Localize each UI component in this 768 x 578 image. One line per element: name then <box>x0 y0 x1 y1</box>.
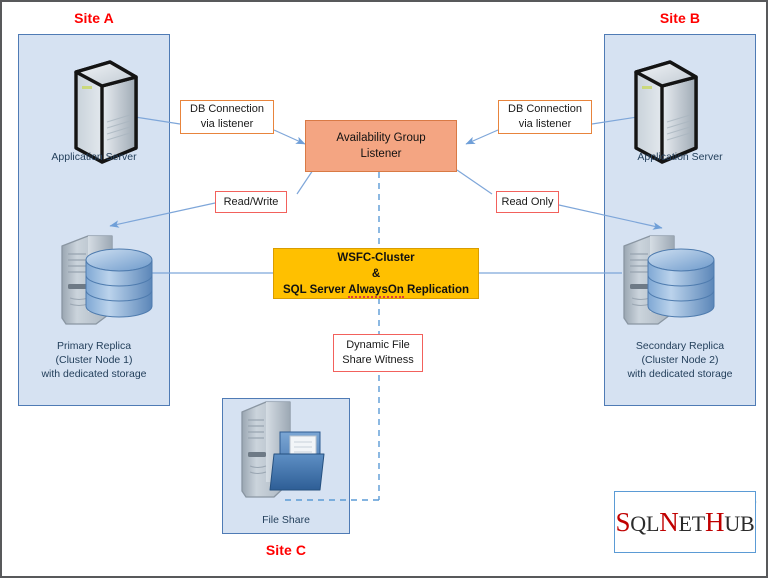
wsfc-line3-prefix: SQL Server <box>282 283 349 296</box>
callout-db-connection-right: DB Connection via listener <box>498 100 592 134</box>
wsfc-line1: WSFC-Cluster <box>337 251 415 264</box>
callout-db-connection-left: DB Connection via listener <box>180 100 274 134</box>
file-share-caption: File Share <box>262 514 310 526</box>
db-conn-right-line1: DB Connection <box>508 103 582 115</box>
primary-replica-caption: Primary Replica (Cluster Node 1) with de… <box>18 339 170 381</box>
callout-read-only: Read Only <box>496 191 559 213</box>
app-server-b-caption: Application Server <box>637 151 723 163</box>
logo-part3-rest: UB <box>724 510 755 536</box>
logo-part1-cap: S <box>615 506 631 537</box>
sqlnethub-logo: SQLNETHUB <box>614 491 756 553</box>
callout-dynamic-file-share-witness: Dynamic File Share Witness <box>333 334 423 372</box>
wsfc-cluster-box: WSFC-Cluster & SQL Server AlwaysOn Repli… <box>273 248 479 299</box>
secondary-replica-line1: Secondary Replica <box>635 340 725 352</box>
read-write-label: Read/Write <box>223 195 279 208</box>
availability-group-listener-box: Availability Group Listener <box>305 120 457 172</box>
sqlnethub-logo-text: SQLNETHUB <box>615 506 755 537</box>
wsfc-line3-spellcheck-word: AlwaysOn <box>348 283 404 298</box>
db-conn-left-line1: DB Connection <box>190 103 264 115</box>
primary-replica-line2: (Cluster Node 1) <box>55 354 133 366</box>
site-b-label: Site B <box>659 10 701 26</box>
callout-read-write: Read/Write <box>215 191 287 213</box>
secondary-replica-line2: (Cluster Node 2) <box>641 354 719 366</box>
logo-part1-rest: QL <box>630 510 660 536</box>
witness-line2: Share Witness <box>342 354 414 366</box>
witness-line1: Dynamic File <box>346 339 410 351</box>
site-c-label: Site C <box>265 542 307 558</box>
diagram-canvas: Site A Site B Site C Application Server … <box>0 0 768 578</box>
primary-replica-line3: with dedicated storage <box>41 368 147 380</box>
read-only-label: Read Only <box>501 195 554 208</box>
wsfc-line3: SQL Server AlwaysOn Replication <box>283 282 469 298</box>
wsfc-line3-suffix: Replication <box>403 283 469 296</box>
secondary-replica-caption: Secondary Replica (Cluster Node 2) with … <box>604 339 756 381</box>
app-server-a-caption: Application Server <box>51 151 137 163</box>
db-conn-left-line2: via listener <box>200 118 254 130</box>
listener-line2: Listener <box>360 148 402 160</box>
logo-part2-cap: N <box>659 506 679 537</box>
primary-replica-line1: Primary Replica <box>56 340 132 352</box>
listener-line1: Availability Group <box>336 132 426 144</box>
site-a-label: Site A <box>74 10 114 26</box>
wsfc-line2: & <box>371 267 381 280</box>
logo-part2-rest: ET <box>678 510 706 536</box>
db-conn-right-line2: via listener <box>518 118 572 130</box>
logo-part3-cap: H <box>705 506 725 537</box>
secondary-replica-line3: with dedicated storage <box>627 368 733 380</box>
